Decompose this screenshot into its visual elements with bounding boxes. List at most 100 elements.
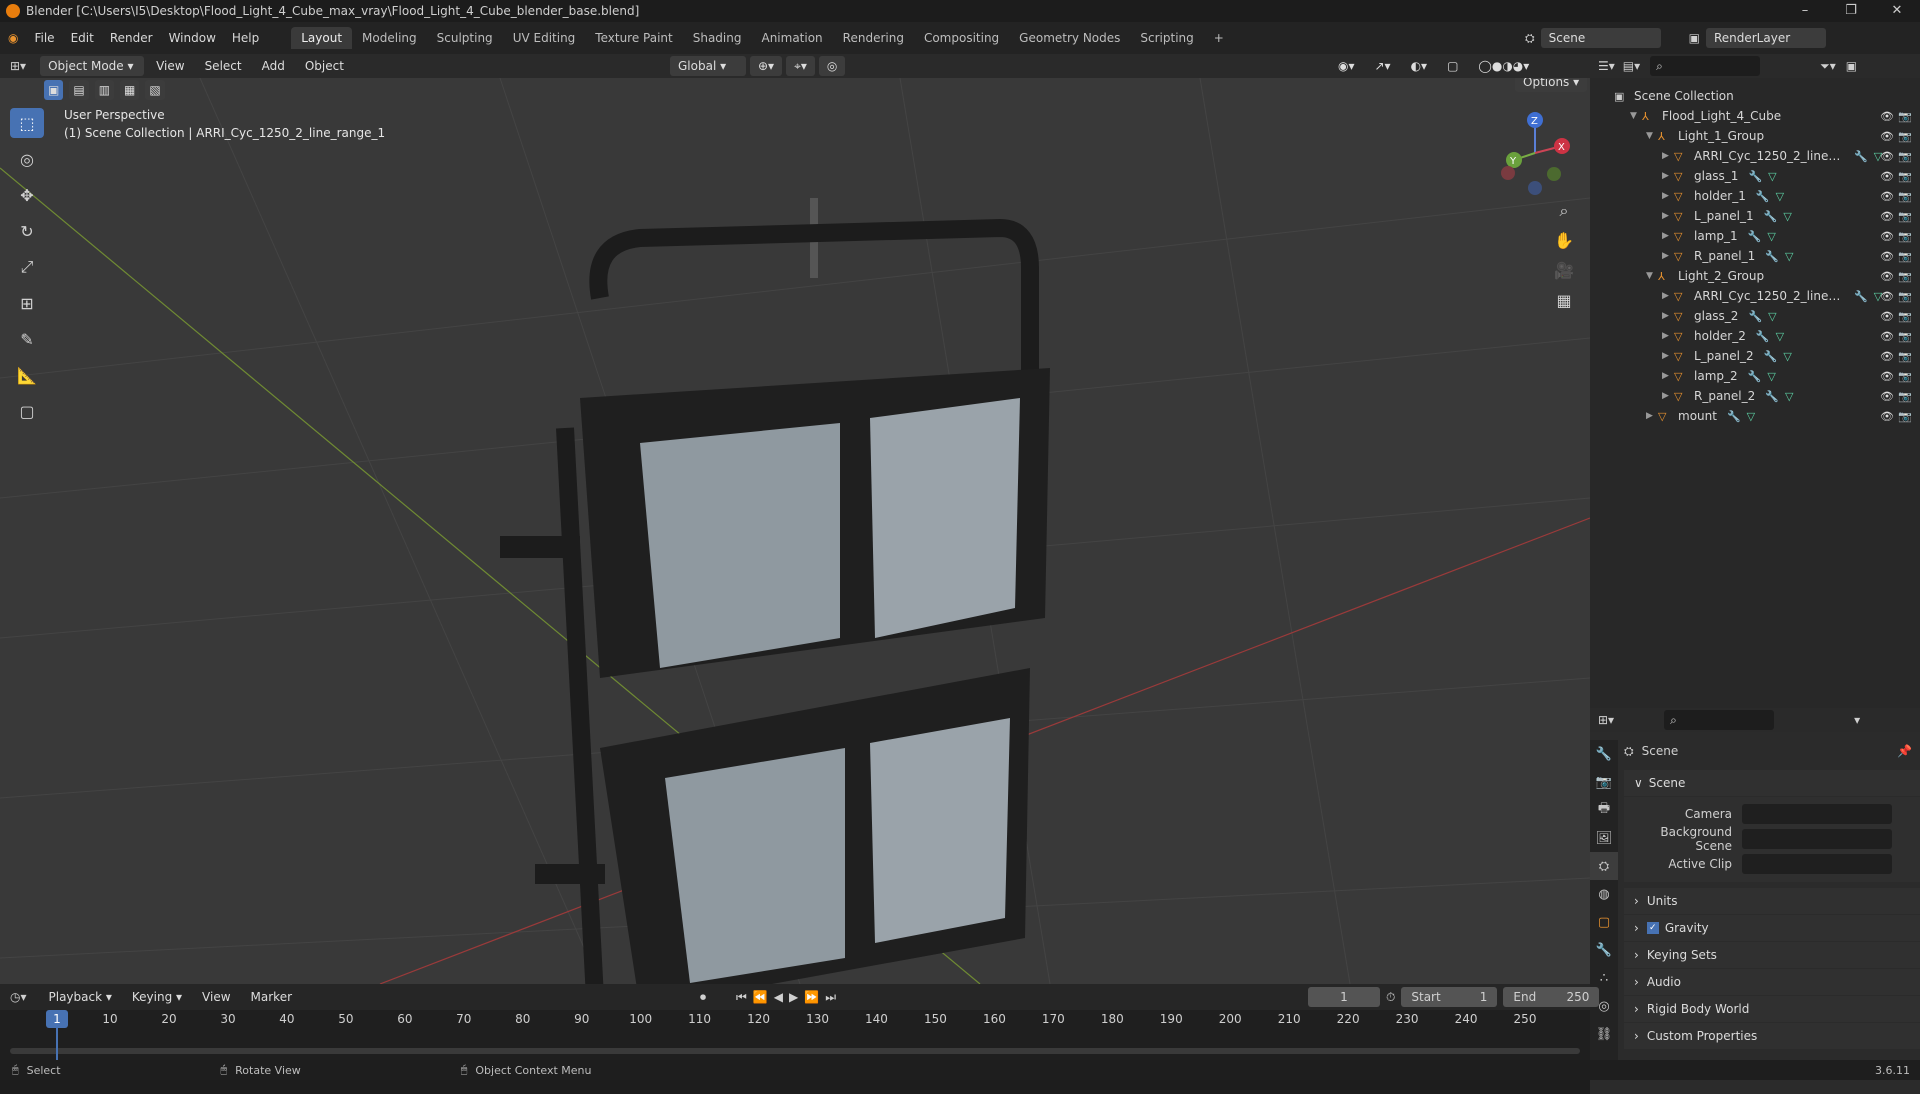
mesh-data-icon[interactable]: ▽ [1776,190,1784,203]
outliner-row[interactable]: ▶ ▽ lamp_2 🔧 ▽ 👁 📷 [1590,366,1920,386]
start-frame-field[interactable]: Start 1 [1401,987,1498,1007]
navigation-gizmo[interactable]: Z X Y [1490,108,1580,198]
object-tab-icon[interactable]: ▢ [1590,908,1618,936]
mesh-data-icon[interactable]: ▽ [1768,310,1776,323]
ortho-toggle-icon[interactable]: ▦ [1550,286,1578,316]
tab-sculpting[interactable]: Sculpting [427,27,503,49]
outliner-row[interactable]: ▶ ▽ glass_1 🔧 ▽ 👁 📷 [1590,166,1920,186]
modifier-icon[interactable]: 🔧 [1854,150,1868,163]
modifier-icon[interactable]: 🔧 [1727,410,1741,423]
expand-down-icon[interactable]: ▼ [1630,111,1642,121]
visibility-eye-icon[interactable]: 👁 [1880,110,1894,123]
xray-icon[interactable]: ▢ [1439,56,1466,76]
scene-tab-icon[interactable]: ⛭ [1590,852,1618,880]
visibility-eye-icon[interactable]: 👁 [1880,170,1894,183]
render-camera-icon[interactable]: 📷 [1898,130,1912,143]
outliner-editor-icon[interactable]: ☰▾ [1598,59,1615,73]
scene-selector[interactable]: Scene [1540,28,1661,48]
transform-tool-icon[interactable]: ⊞ [10,288,44,318]
mesh-data-icon[interactable]: ▽ [1783,210,1791,223]
render-camera-icon[interactable]: 📷 [1898,110,1912,123]
filter-icon[interactable]: ⏷▾ [1820,59,1836,74]
preview-range-icon[interactable]: ⏱ [1386,990,1395,1005]
select-subtract-icon[interactable]: ▥ [94,80,115,100]
outliner-row[interactable]: ▶ ▽ holder_2 🔧 ▽ 👁 📷 [1590,326,1920,346]
proportional-edit-icon[interactable]: ◎ [818,56,846,76]
pivot-icon[interactable]: ⊕▾ [750,56,783,76]
expand-right-icon[interactable]: ▶ [1662,231,1674,241]
audio-panel[interactable]: › Audio [1624,969,1920,995]
tool-tab-icon[interactable]: 🔧 [1590,740,1618,768]
render-camera-icon[interactable]: 📷 [1898,330,1912,343]
expand-right-icon[interactable]: ▶ [1662,351,1674,361]
play-icon[interactable]: ▶ [789,990,798,1005]
new-collection-icon[interactable]: ▣ [1846,59,1857,73]
custom-properties-panel[interactable]: › Custom Properties [1624,1023,1920,1049]
menu-edit[interactable]: Edit [63,31,102,45]
3d-viewport[interactable]: User Perspective (1) Scene Collection | … [0,78,1590,984]
outliner-row-scene-collection[interactable]: ▣ Scene Collection [1590,86,1920,106]
outliner-row[interactable]: ▶ ▽ L_panel_2 🔧 ▽ 👁 📷 [1590,346,1920,366]
world-tab-icon[interactable]: ◍ [1590,880,1618,908]
constraints-tab-icon[interactable]: ⛓ [1590,1020,1618,1048]
jump-end-icon[interactable]: ⏭ [825,990,836,1005]
outliner-row[interactable]: ▼ ⅄ Light_1_Group 👁 📷 [1590,126,1920,146]
tab-shading[interactable]: Shading [683,27,752,49]
visibility-eye-icon[interactable]: 👁 [1880,370,1894,383]
output-tab-icon[interactable]: 🖶 [1590,796,1618,824]
select-invert-icon[interactable]: ▦ [120,80,140,100]
modifier-icon[interactable]: 🔧 [1765,390,1779,403]
expand-right-icon[interactable]: ▶ [1662,171,1674,181]
playback-menu[interactable]: Playback ▾ [41,987,120,1007]
visibility-eye-icon[interactable]: 👁 [1880,310,1894,323]
zoom-icon[interactable]: ⌕ [1550,196,1578,226]
expand-right-icon[interactable]: ▶ [1662,371,1674,381]
end-frame-field[interactable]: End 250 [1503,987,1600,1007]
modifier-icon[interactable]: 🔧 [1756,190,1770,203]
add-workspace-icon[interactable]: + [1204,27,1234,49]
options-button[interactable]: Options ▾ [1515,78,1588,92]
expand-right-icon[interactable]: ▶ [1662,391,1674,401]
expand-right-icon[interactable]: ▶ [1662,311,1674,321]
outliner-row[interactable]: ▶▽ARRI_Cyc_1250_2_line_range_2🔧▽👁📷 [1590,286,1920,306]
scale-tool-icon[interactable]: ⤢ [10,252,44,282]
visibility-eye-icon[interactable]: 👁 [1880,390,1894,403]
modifier-icon[interactable]: 🔧 [1748,230,1762,243]
measure-tool-icon[interactable]: 📐 [10,360,44,390]
outliner-row[interactable]: ▶ ▽ mount 🔧 ▽ 👁 📷 [1590,406,1920,426]
shading-modes-icon[interactable]: ◯●◑◕▾ [1470,56,1537,76]
render-camera-icon[interactable]: 📷 [1898,150,1912,163]
select-box-tool-icon[interactable]: ⬚ [10,108,44,138]
units-panel[interactable]: › Units [1624,888,1920,914]
outliner-search-input[interactable]: ⌕ [1650,56,1761,76]
pin-icon[interactable]: 📌 [1897,744,1912,758]
render-camera-icon[interactable]: 📷 [1898,390,1912,403]
next-keyframe-icon[interactable]: ⏩ [804,990,819,1005]
tab-animation[interactable]: Animation [751,27,832,49]
outliner-row[interactable]: ▶ ▽ L_panel_1 🔧 ▽ 👁 📷 [1590,206,1920,226]
add-menu[interactable]: Add [254,56,293,76]
view-menu[interactable]: View [148,56,192,76]
tab-uv-editing[interactable]: UV Editing [503,27,586,49]
properties-search-input[interactable]: ⌕ [1664,710,1775,730]
expand-right-icon[interactable]: ▶ [1662,251,1674,261]
render-camera-icon[interactable]: 📷 [1898,350,1912,363]
expand-down-icon[interactable]: ▼ [1646,131,1658,141]
rigid-body-world-panel[interactable]: › Rigid Body World [1624,996,1920,1022]
camera-view-icon[interactable]: 🎥 [1550,256,1578,286]
scene-icon[interactable]: ⛭ [1525,31,1535,46]
expand-right-icon[interactable]: ▶ [1662,291,1674,301]
jump-start-icon[interactable]: ⏮ [736,990,747,1005]
modifier-icon[interactable]: 🔧 [1756,330,1770,343]
tab-scripting[interactable]: Scripting [1130,27,1203,49]
marker-menu[interactable]: Marker [243,987,300,1007]
render-camera-icon[interactable]: 📷 [1898,290,1912,303]
visibility-eye-icon[interactable]: 👁 [1880,410,1894,423]
modifier-icon[interactable]: 🔧 [1748,170,1762,183]
render-camera-icon[interactable]: 📷 [1898,250,1912,263]
expand-right-icon[interactable]: ▶ [1646,411,1658,421]
gravity-checkbox[interactable]: ✓ [1646,922,1659,934]
mesh-data-icon[interactable]: ▽ [1785,250,1793,263]
timeline-view-menu[interactable]: View [194,987,238,1007]
tab-modeling[interactable]: Modeling [352,27,427,49]
